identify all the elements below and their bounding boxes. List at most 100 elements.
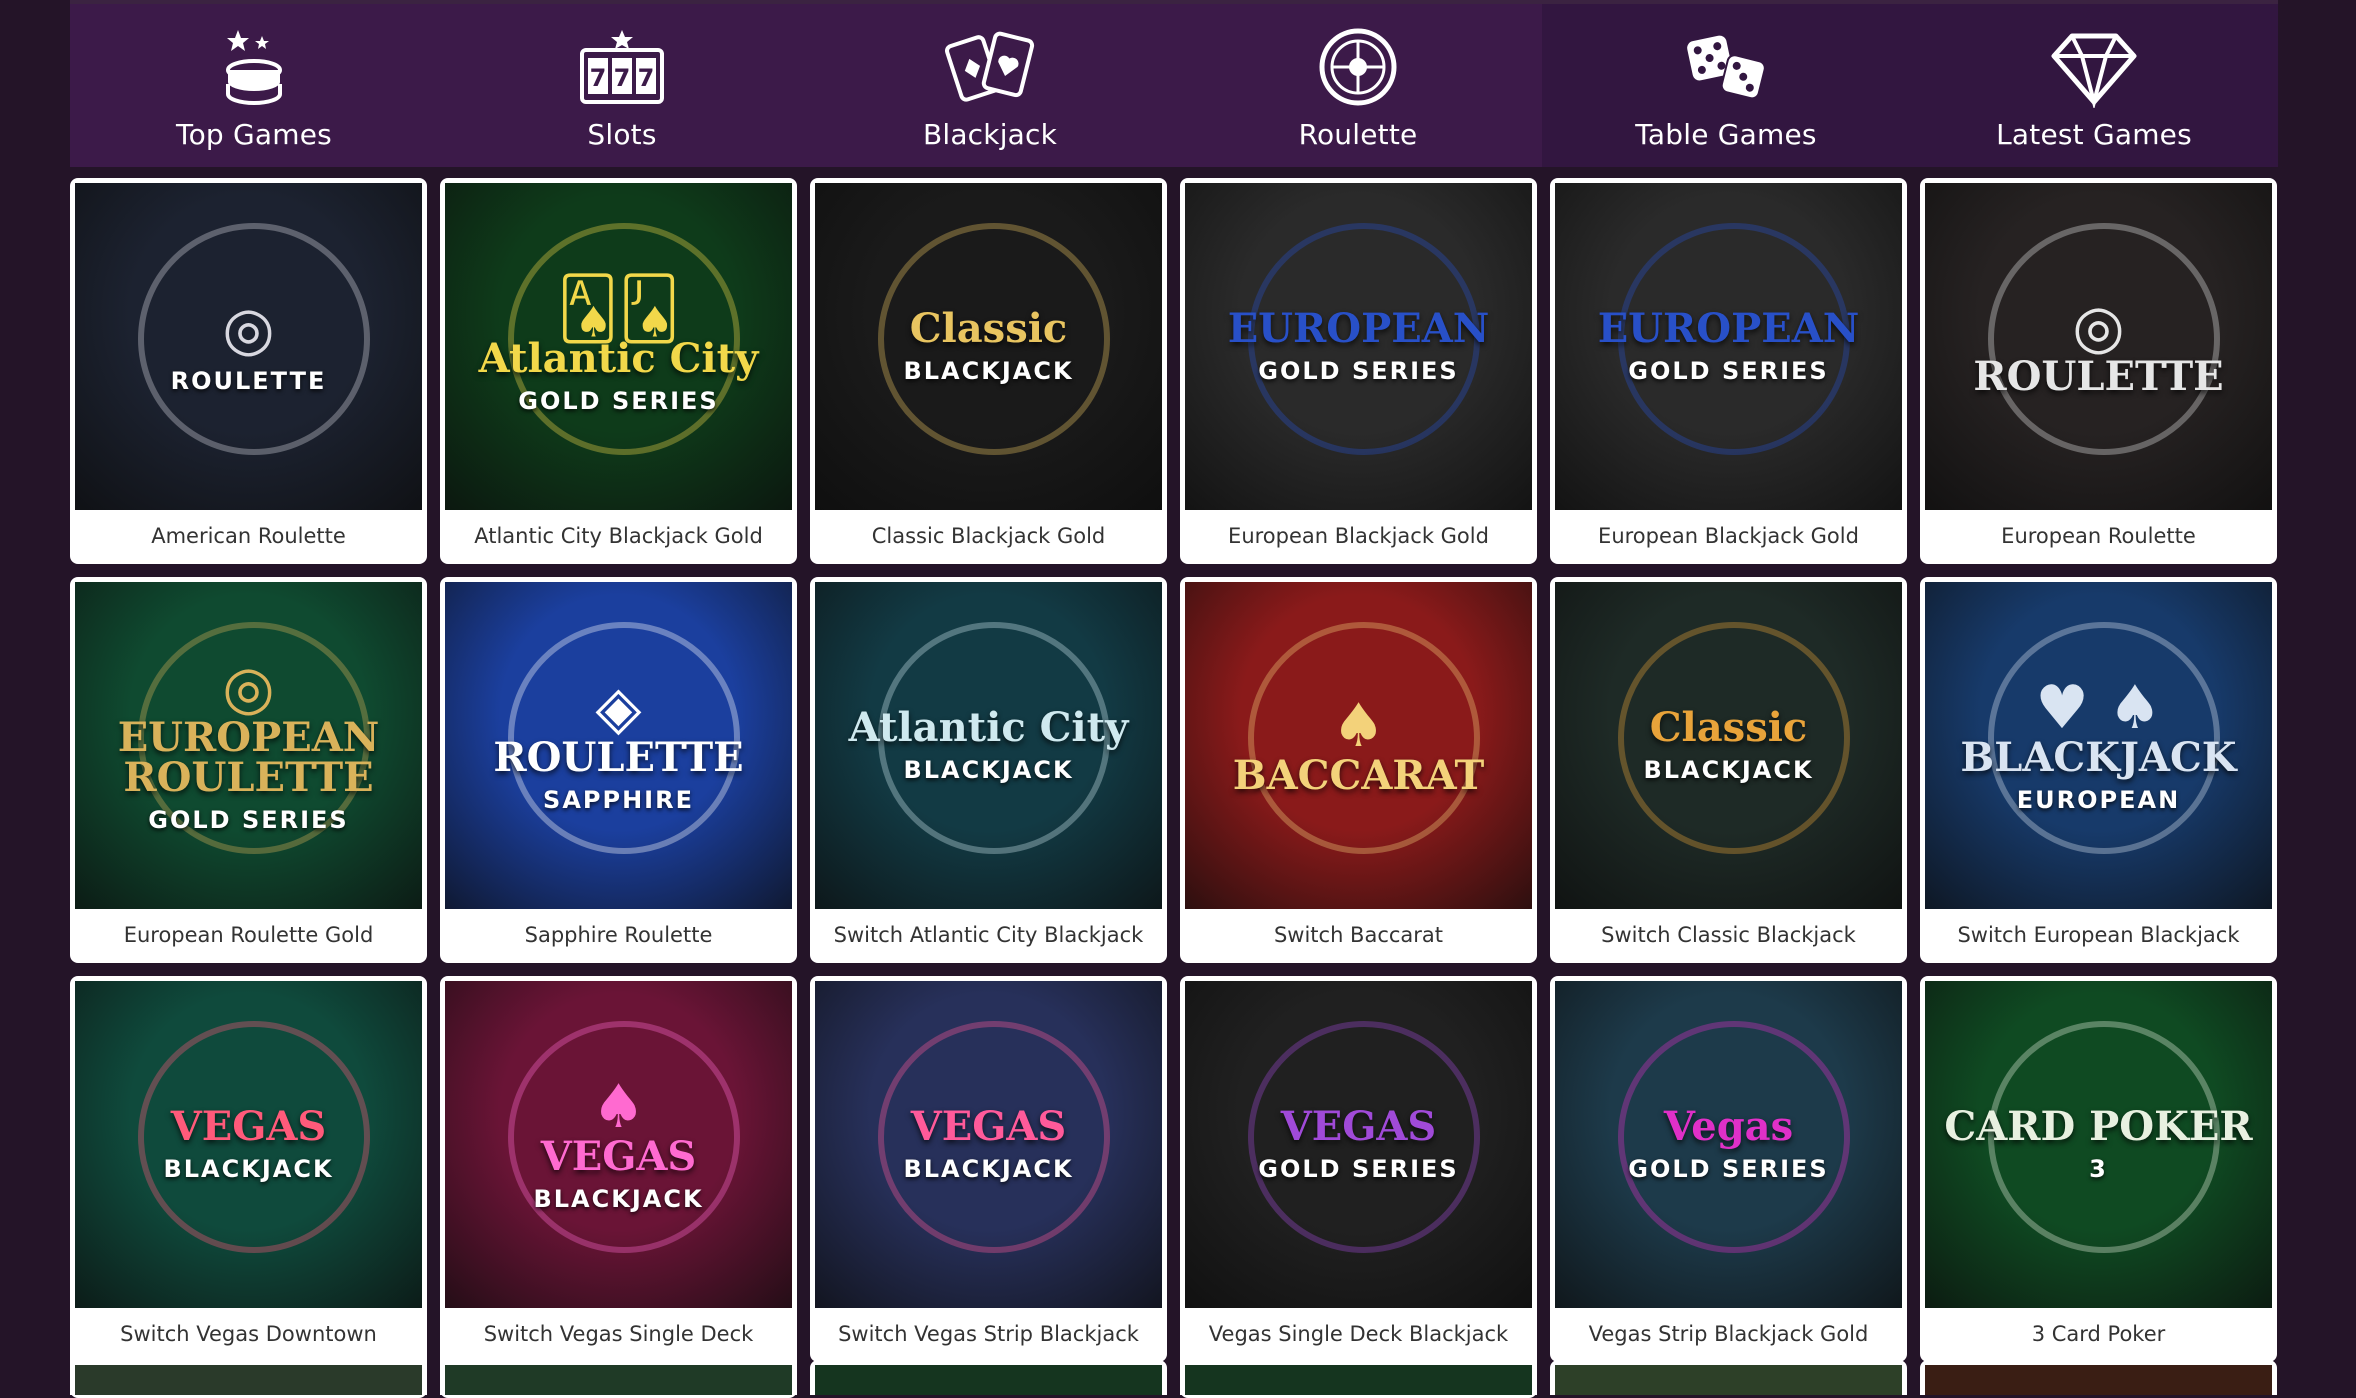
game-thumbnail[interactable] xyxy=(815,1365,1162,1395)
game-thumbnail[interactable]: Classic BLACKJACK xyxy=(1555,582,1902,909)
game-card[interactable]: EUROPEAN GOLD SERIES European Blackjack Go… xyxy=(1550,178,1907,564)
game-card-partial[interactable] xyxy=(440,1360,797,1395)
game-title[interactable]: Classic Blackjack Gold xyxy=(815,510,1162,564)
thumbnail-subtitle: GOLD SERIES xyxy=(1258,356,1459,385)
game-card[interactable]: VEGAS GOLD SERIES Vegas Single Deck Blackj… xyxy=(1180,976,1537,1398)
thumbnail-title: EUROPEAN xyxy=(1597,304,1860,352)
game-thumbnail[interactable] xyxy=(1555,1365,1902,1395)
game-title[interactable]: Switch Classic Blackjack xyxy=(1555,909,1902,963)
nav-roulette[interactable]: Roulette xyxy=(1174,4,1542,167)
game-card-partial[interactable] xyxy=(1920,1360,2277,1395)
thumbnail-subtitle: EUROPEAN xyxy=(2016,785,2181,814)
game-thumbnail[interactable]: VEGAS BLACKJACK xyxy=(815,981,1162,1308)
game-thumbnail[interactable]: ♠ VEGAS BLACKJACK xyxy=(445,981,792,1308)
thumbnail-title: Classic xyxy=(909,304,1068,352)
nav-blackjack[interactable]: Blackjack xyxy=(806,4,1174,167)
diamond-icon xyxy=(2051,33,2137,108)
game-card[interactable]: Classic BLACKJACK Classic Blackjack Gold xyxy=(810,178,1167,564)
game-card-partial[interactable] xyxy=(1550,1360,1907,1395)
thumbnail-title: Vegas xyxy=(1663,1102,1794,1150)
category-nav: Top Games 7 7 7 Slots Blackjack Roulette… xyxy=(70,4,2278,167)
roulette-wheel-icon xyxy=(1319,28,1397,106)
game-thumbnail[interactable]: ◎ EUROPEAN ROULETTE GOLD SERIES xyxy=(75,582,422,909)
game-thumbnail[interactable]: Classic BLACKJACK xyxy=(815,183,1162,510)
nav-table-games[interactable]: Table Games xyxy=(1542,4,1910,167)
nav-latest-games[interactable]: Latest Games xyxy=(1910,4,2278,167)
game-card-partial[interactable] xyxy=(70,1360,427,1395)
game-title[interactable]: Switch Vegas Strip Blackjack xyxy=(815,1308,1162,1362)
game-card[interactable]: Classic BLACKJACK Switch Classic Blackjack xyxy=(1550,577,1907,963)
svg-text:7: 7 xyxy=(590,64,607,92)
game-card[interactable]: ◈ ROULETTE SAPPHIRE Sapphire Roulette xyxy=(440,577,797,963)
dice-icon xyxy=(1687,35,1766,100)
nav-top-games[interactable]: Top Games xyxy=(70,4,438,167)
game-thumbnail[interactable]: 🂡🂫 Atlantic City GOLD SERIES xyxy=(445,183,792,510)
game-title[interactable]: Switch Atlantic City Blackjack xyxy=(815,909,1162,963)
nav-slots[interactable]: 7 7 7 Slots xyxy=(438,4,806,167)
game-card-partial[interactable] xyxy=(810,1360,1167,1395)
game-thumbnail[interactable] xyxy=(1185,1365,1532,1395)
game-title[interactable]: European Blackjack Gold xyxy=(1555,510,1902,564)
game-title[interactable]: European Blackjack Gold xyxy=(1185,510,1532,564)
game-title[interactable]: 3 Card Poker xyxy=(1925,1308,2272,1362)
thumbnail-title: EUROPEAN ROULETTE xyxy=(117,713,380,801)
game-card[interactable]: Vegas GOLD SERIES Vegas Strip Blackjack Go… xyxy=(1550,976,1907,1362)
game-card[interactable]: VEGAS BLACKJACK Switch Vegas Strip Blackja… xyxy=(810,976,1167,1362)
game-title[interactable]: European Roulette xyxy=(1925,510,2272,564)
slot-777-icon: 7 7 7 xyxy=(580,30,664,104)
game-card[interactable]: CARD POKER 3 3 Card Poker xyxy=(1920,976,2277,1362)
thumbnail-title: Atlantic City xyxy=(478,334,759,382)
thumbnail-subtitle: BLACKJACK xyxy=(903,1154,1074,1183)
game-thumbnail[interactable]: EUROPEAN GOLD SERIES xyxy=(1555,183,1902,510)
game-card[interactable]: ♠ BACCARAT Switch Baccarat xyxy=(1180,577,1537,963)
game-card[interactable]: EUROPEAN GOLD SERIES European Blackjack Go… xyxy=(1180,178,1537,564)
game-title[interactable]: Switch Baccarat xyxy=(1185,909,1532,963)
thumbnail-subtitle: BLACKJACK xyxy=(533,1184,704,1213)
nav-label: Latest Games xyxy=(1996,118,2192,151)
game-thumbnail[interactable] xyxy=(1925,1365,2272,1395)
game-thumbnail[interactable]: ◎ ROULETTE xyxy=(1925,183,2272,510)
stars-chips-icon xyxy=(226,30,282,105)
game-title[interactable]: Atlantic City Blackjack Gold xyxy=(445,510,792,564)
thumbnail-title: VEGAS xyxy=(170,1102,327,1150)
game-title[interactable]: American Roulette xyxy=(75,510,422,564)
game-card[interactable]: ♠ VEGAS BLACKJACK Switch Vegas Single Deck … xyxy=(440,976,797,1398)
nav-label: Blackjack xyxy=(922,118,1058,151)
thumbnail-subtitle: BLACKJACK xyxy=(1643,755,1814,784)
game-card-partial[interactable] xyxy=(1180,1360,1537,1395)
game-card[interactable]: 🂡🂫 Atlantic City GOLD SERIES Atlantic City … xyxy=(440,178,797,564)
game-thumbnail[interactable]: ◎ ROULETTE xyxy=(75,183,422,510)
game-thumbnail[interactable] xyxy=(75,1365,422,1395)
game-thumbnail[interactable] xyxy=(445,1365,792,1395)
game-thumbnail[interactable]: ♠ BACCARAT xyxy=(1185,582,1532,909)
game-thumbnail[interactable]: ♥ ♠ BLACKJACK EUROPEAN xyxy=(1925,582,2272,909)
game-thumbnail[interactable]: VEGAS BLACKJACK xyxy=(75,981,422,1308)
game-card[interactable]: ◎ ROULETTE European Roulette xyxy=(1920,178,2277,564)
thumbnail-subtitle: GOLD SERIES xyxy=(148,805,349,834)
game-thumbnail[interactable]: Vegas GOLD SERIES xyxy=(1555,981,1902,1308)
game-card[interactable]: ◎ ROULETTE American Roulette xyxy=(70,178,427,564)
svg-text:7: 7 xyxy=(638,64,655,92)
game-card[interactable]: Atlantic City BLACKJACK Switch Atlantic Ci… xyxy=(810,577,1167,963)
thumbnail-title: Atlantic City xyxy=(848,703,1129,751)
nav-label: Top Games xyxy=(176,118,332,151)
game-title[interactable]: Vegas Strip Blackjack Gold xyxy=(1555,1308,1902,1362)
game-title[interactable]: Switch European Blackjack xyxy=(1925,909,2272,963)
thumbnail-subtitle: BLACKJACK xyxy=(163,1154,334,1183)
game-thumbnail[interactable]: ◈ ROULETTE SAPPHIRE xyxy=(445,582,792,909)
svg-text:7: 7 xyxy=(614,64,631,92)
thumbnail-symbol: ♠ xyxy=(1331,690,1386,761)
game-thumbnail[interactable]: CARD POKER 3 xyxy=(1925,981,2272,1308)
thumbnail-subtitle: BLACKJACK xyxy=(903,356,1074,385)
game-card[interactable]: VEGASBLACKJACKSwitch Vegas Downtown Blac… xyxy=(70,976,427,1398)
game-thumbnail[interactable]: Atlantic City BLACKJACK xyxy=(815,582,1162,909)
game-card[interactable]: ♥ ♠ BLACKJACK EUROPEAN Switch European Blac… xyxy=(1920,577,2277,963)
game-title[interactable]: European Roulette Gold xyxy=(75,909,422,963)
game-thumbnail[interactable]: VEGAS GOLD SERIES xyxy=(1185,981,1532,1308)
game-card[interactable]: ◎ EUROPEAN ROULETTE GOLD SERIES European Ro… xyxy=(70,577,427,963)
thumbnail-subtitle: GOLD SERIES xyxy=(1258,1154,1459,1183)
game-title[interactable]: Sapphire Roulette xyxy=(445,909,792,963)
thumbnail-symbol: ◎ xyxy=(222,293,275,364)
thumbnail-symbol: ♠ xyxy=(591,1071,646,1142)
game-thumbnail[interactable]: EUROPEAN GOLD SERIES xyxy=(1185,183,1532,510)
